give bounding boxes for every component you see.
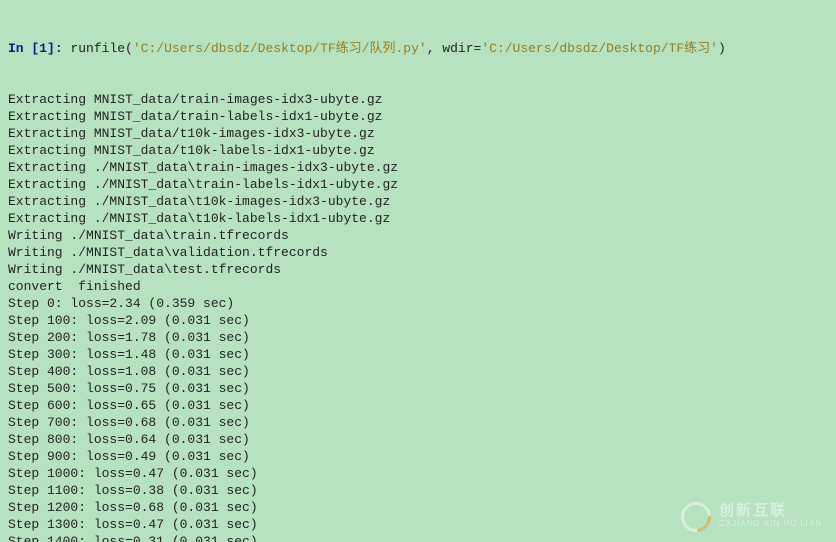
console-output-line: Step 1300: loss=0.47 (0.031 sec) <box>8 516 828 533</box>
console-output-line: Extracting MNIST_data/train-labels-idx1-… <box>8 108 828 125</box>
console-output-line: Writing ./MNIST_data\train.tfrecords <box>8 227 828 244</box>
console-output-line: Writing ./MNIST_data\validation.tfrecord… <box>8 244 828 261</box>
console-output-line: Step 1100: loss=0.38 (0.031 sec) <box>8 482 828 499</box>
console-output-line: Step 300: loss=1.48 (0.031 sec) <box>8 346 828 363</box>
console-output-line: Step 1000: loss=0.47 (0.031 sec) <box>8 465 828 482</box>
console-output-line: Step 500: loss=0.75 (0.031 sec) <box>8 380 828 397</box>
code-open-paren: ( <box>125 41 133 56</box>
console-output-line: convert finished <box>8 278 828 295</box>
console-output-line: Step 600: loss=0.65 (0.031 sec) <box>8 397 828 414</box>
console-output-line: Extracting ./MNIST_data\t10k-images-idx3… <box>8 193 828 210</box>
code-comma: , <box>427 41 443 56</box>
input-prompt-line: In [1]: runfile('C:/Users/dbsdz/Desktop/… <box>8 40 828 57</box>
console-output-line: Step 400: loss=1.08 (0.031 sec) <box>8 363 828 380</box>
console-output-line: Extracting MNIST_data/t10k-labels-idx1-u… <box>8 142 828 159</box>
console-output-line: Extracting MNIST_data/t10k-images-idx3-u… <box>8 125 828 142</box>
console-output-line: Extracting ./MNIST_data\t10k-labels-idx1… <box>8 210 828 227</box>
console-output-line: Step 200: loss=1.78 (0.031 sec) <box>8 329 828 346</box>
console-output-line: Step 700: loss=0.68 (0.031 sec) <box>8 414 828 431</box>
prompt-in-label: In [ <box>8 41 39 56</box>
console-output-line: Step 800: loss=0.64 (0.031 sec) <box>8 431 828 448</box>
console-output-line: Step 0: loss=2.34 (0.359 sec) <box>8 295 828 312</box>
code-arg2-string: 'C:/Users/dbsdz/Desktop/TF练习' <box>481 41 718 56</box>
console-output-line: Step 1400: loss=0.31 (0.031 sec) <box>8 533 828 542</box>
prompt-cell-number: 1 <box>39 41 47 56</box>
console-output-line: Writing ./MNIST_data\test.tfrecords <box>8 261 828 278</box>
console-output: Extracting MNIST_data/train-images-idx3-… <box>8 91 828 542</box>
console-output-line: Step 1200: loss=0.68 (0.031 sec) <box>8 499 828 516</box>
console-output-line: Step 900: loss=0.49 (0.031 sec) <box>8 448 828 465</box>
code-function-name: runfile <box>70 41 125 56</box>
console-output-line: Extracting ./MNIST_data\train-images-idx… <box>8 159 828 176</box>
code-arg1-string: 'C:/Users/dbsdz/Desktop/TF练习/队列.py' <box>133 41 427 56</box>
console-output-line: Extracting MNIST_data/train-images-idx3-… <box>8 91 828 108</box>
code-kwarg-name: wdir= <box>442 41 481 56</box>
prompt-close-label: ]: <box>47 41 70 56</box>
console-output-line: Step 100: loss=2.09 (0.031 sec) <box>8 312 828 329</box>
ipython-console[interactable]: In [1]: runfile('C:/Users/dbsdz/Desktop/… <box>0 0 836 542</box>
code-close-paren: ) <box>718 41 726 56</box>
console-output-line: Extracting ./MNIST_data\train-labels-idx… <box>8 176 828 193</box>
